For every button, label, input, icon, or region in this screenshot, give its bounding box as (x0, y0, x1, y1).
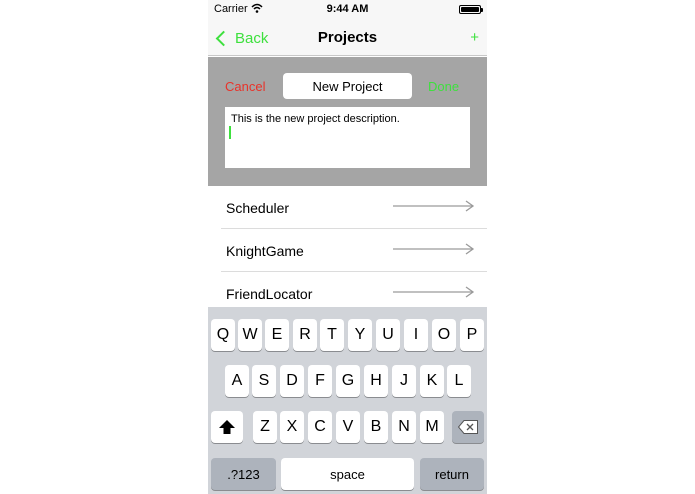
phone-screen: Carrier 9:44 AM Back Projects + Cancel D… (208, 0, 487, 494)
arrow-right-icon (393, 200, 475, 212)
key-m[interactable]: M (420, 411, 444, 443)
key-u[interactable]: U (376, 319, 400, 351)
back-button[interactable]: Back (214, 26, 268, 50)
navigation-bar: Back Projects + (208, 20, 487, 56)
back-button-label: Back (235, 29, 269, 47)
key-i[interactable]: I (404, 319, 428, 351)
delete-key[interactable] (452, 411, 484, 443)
key-p[interactable]: P (460, 319, 484, 351)
status-bar: Carrier 9:44 AM (208, 0, 487, 20)
list-item[interactable]: KnightGame (221, 229, 487, 272)
numbers-key[interactable]: .?123 (211, 458, 276, 490)
delete-icon (458, 420, 478, 434)
text-cursor (229, 126, 231, 139)
key-t[interactable]: T (320, 319, 344, 351)
project-name: FriendLocator (226, 286, 313, 302)
key-j[interactable]: J (392, 365, 416, 397)
shift-icon (219, 420, 235, 434)
add-project-button[interactable]: + (470, 29, 479, 46)
key-x[interactable]: X (280, 411, 304, 443)
key-b[interactable]: B (364, 411, 388, 443)
arrow-right-icon (393, 286, 475, 298)
chevron-left-icon (215, 30, 232, 46)
key-k[interactable]: K (420, 365, 444, 397)
key-n[interactable]: N (392, 411, 416, 443)
list-item[interactable]: Scheduler (221, 186, 487, 229)
project-name: KnightGame (226, 243, 304, 259)
done-button[interactable]: Done (428, 79, 459, 94)
key-f[interactable]: F (308, 365, 332, 397)
project-description-field[interactable]: This is the new project description. (225, 107, 470, 168)
key-v[interactable]: V (336, 411, 360, 443)
key-s[interactable]: S (252, 365, 276, 397)
key-z[interactable]: Z (253, 411, 277, 443)
cancel-button[interactable]: Cancel (225, 79, 265, 94)
key-w[interactable]: W (238, 319, 262, 351)
keyboard: Q W E R T Y U I O P A S D F G H J K L Z … (208, 307, 487, 494)
key-r[interactable]: R (293, 319, 317, 351)
shift-key[interactable] (211, 411, 243, 443)
key-o[interactable]: O (432, 319, 456, 351)
project-name-field[interactable] (283, 73, 412, 99)
key-g[interactable]: G (336, 365, 360, 397)
key-y[interactable]: Y (348, 319, 372, 351)
arrow-right-icon (393, 243, 475, 255)
status-time: 9:44 AM (326, 3, 369, 15)
project-name: Scheduler (226, 200, 290, 216)
return-key[interactable]: return (420, 458, 484, 490)
key-l[interactable]: L (447, 365, 471, 397)
battery-icon (459, 5, 483, 14)
key-q[interactable]: Q (211, 319, 235, 351)
key-a[interactable]: A (225, 365, 249, 397)
key-d[interactable]: D (280, 365, 304, 397)
new-project-panel: Cancel Done This is the new project desc… (208, 57, 487, 186)
key-c[interactable]: C (308, 411, 332, 443)
space-key[interactable]: space (281, 458, 414, 490)
key-h[interactable]: H (364, 365, 388, 397)
key-e[interactable]: E (265, 319, 289, 351)
